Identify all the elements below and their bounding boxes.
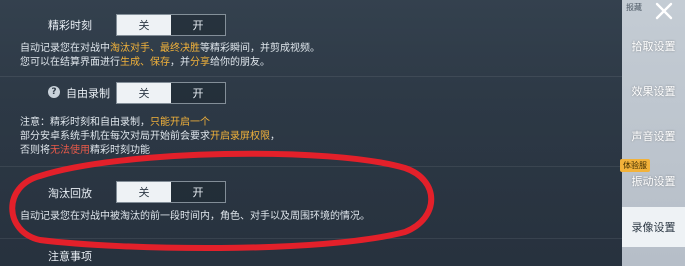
close-button[interactable]	[645, 0, 683, 22]
sidebar-item-recording[interactable]: 录像设置	[622, 207, 685, 247]
sidebar-item-sound[interactable]: 声音设置	[622, 117, 685, 155]
top-tab[interactable]: 报藏	[626, 2, 642, 13]
settings-sidebar: 拾取设置 效果设置 声音设置 振动设置 录像设置	[622, 0, 685, 266]
sidebar-badge: 体验服	[620, 159, 650, 172]
sidebar-item-pickup[interactable]: 拾取设置	[622, 27, 685, 65]
close-icon	[655, 2, 673, 20]
annotation-circle	[9, 150, 435, 252]
sidebar-item-effects[interactable]: 效果设置	[622, 72, 685, 110]
